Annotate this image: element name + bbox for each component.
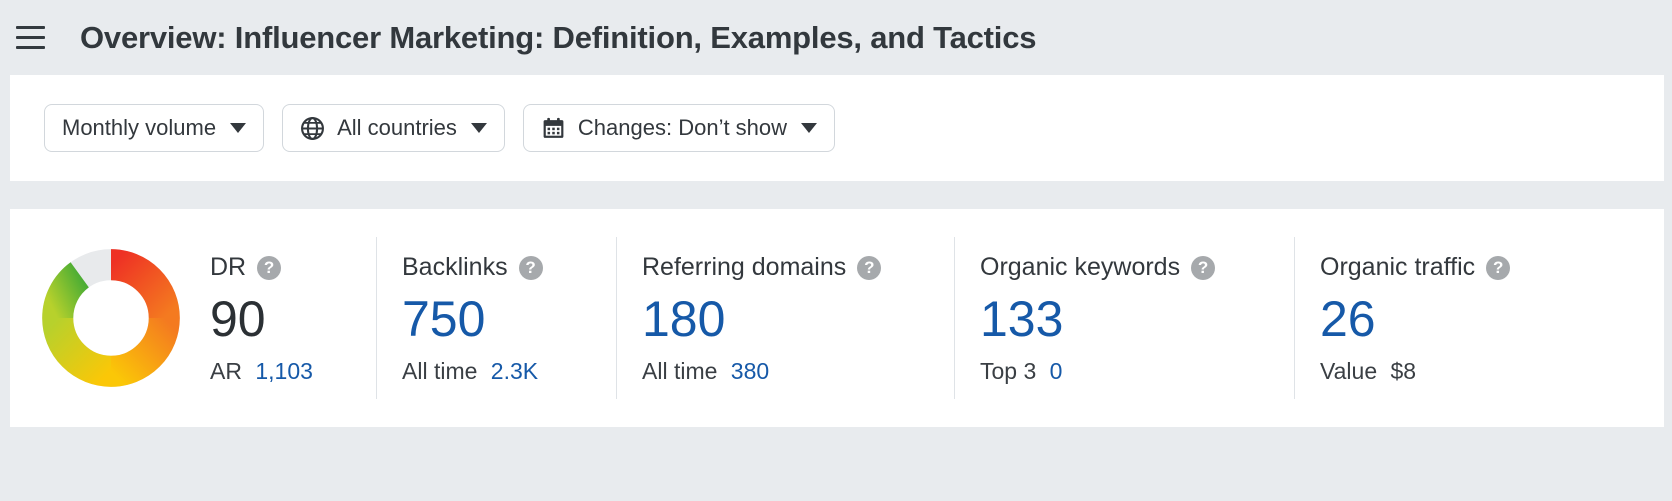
filter-bar: Monthly volume All countries Changes: Do…: [10, 75, 1664, 181]
metric-referring-domains-header: Referring domains ?: [642, 252, 934, 284]
metric-dr-title: DR: [210, 253, 247, 281]
hamburger-bar: [15, 46, 45, 49]
help-icon[interactable]: ?: [518, 255, 543, 280]
metric-referring-domains-sub-label: All time: [642, 357, 718, 384]
metric-referring-domains-title: Referring domains: [642, 253, 847, 281]
metric-dr-sub: AR 1,103: [210, 358, 356, 385]
hamburger-bar: [15, 26, 45, 29]
metrics-list: DR ? 90 AR 1,103 Backlinks ? 750 All tim…: [200, 237, 1664, 399]
metric-organic-keywords-title: Organic keywords: [980, 253, 1181, 281]
help-icon[interactable]: ?: [1486, 255, 1511, 280]
metric-organic-traffic-title: Organic traffic: [1320, 253, 1476, 281]
hamburger-bar: [15, 36, 45, 39]
metric-referring-domains-sub: All time 380: [642, 358, 934, 385]
metric-organic-keywords-sub-label: Top 3: [980, 357, 1037, 384]
metric-backlinks-sub: All time 2.3K: [402, 358, 596, 385]
metric-backlinks: Backlinks ? 750 All time 2.3K: [376, 237, 616, 399]
metric-organic-traffic-header: Organic traffic ?: [1320, 252, 1624, 284]
metric-organic-traffic-sub-label: Value: [1320, 357, 1378, 384]
filter-country[interactable]: All countries: [282, 104, 505, 152]
metric-organic-traffic: Organic traffic ? 26 Value $8: [1294, 237, 1644, 399]
app-header: Overview: Influencer Marketing: Definiti…: [0, 0, 1672, 75]
metric-dr-sub-label: AR: [210, 357, 242, 384]
chevron-down-icon: [230, 123, 247, 133]
filter-country-label: All countries: [337, 115, 457, 140]
metric-organic-traffic-sub: Value $8: [1320, 358, 1624, 385]
section-gap: [0, 181, 1672, 209]
chevron-down-icon: [470, 123, 487, 133]
metric-dr-sub-value[interactable]: 1,103: [255, 358, 313, 384]
metric-backlinks-sub-label: All time: [402, 357, 478, 384]
filter-monthly-volume[interactable]: Monthly volume: [44, 104, 265, 152]
metric-dr: DR ? 90 AR 1,103: [200, 237, 376, 399]
metric-organic-keywords-value[interactable]: 133: [980, 290, 1274, 348]
help-icon[interactable]: ?: [257, 255, 282, 280]
filter-monthly-volume-label: Monthly volume: [62, 115, 217, 140]
metric-organic-traffic-value[interactable]: 26: [1320, 290, 1624, 348]
metric-referring-domains-value[interactable]: 180: [642, 290, 934, 348]
metric-organic-keywords-sub: Top 3 0: [980, 358, 1274, 385]
metric-referring-domains: Referring domains ? 180 All time 380: [616, 237, 954, 399]
metric-backlinks-sub-value[interactable]: 2.3K: [491, 358, 538, 384]
calendar-icon: [541, 116, 566, 141]
metric-organic-traffic-sub-value: $8: [1390, 357, 1417, 384]
filter-changes-label: Changes: Don’t show: [577, 115, 788, 140]
metric-dr-header: DR ?: [210, 252, 356, 284]
metric-backlinks-title: Backlinks: [402, 253, 508, 281]
filter-changes[interactable]: Changes: Don’t show: [522, 104, 836, 152]
hamburger-menu-icon[interactable]: [8, 16, 52, 60]
help-icon[interactable]: ?: [857, 255, 882, 280]
metric-dr-value: 90: [210, 290, 266, 347]
metric-organic-keywords-sub-value[interactable]: 0: [1050, 358, 1063, 384]
metrics-panel: DR ? 90 AR 1,103 Backlinks ? 750 All tim…: [10, 209, 1664, 427]
globe-icon: [300, 116, 325, 141]
metric-referring-domains-sub-value[interactable]: 380: [731, 358, 769, 384]
help-icon[interactable]: ?: [1191, 255, 1216, 280]
page-title: Overview: Influencer Marketing: Definiti…: [80, 19, 1037, 55]
metric-backlinks-value[interactable]: 750: [402, 290, 596, 348]
metric-organic-keywords-header: Organic keywords ?: [980, 252, 1274, 284]
chevron-down-icon: [801, 123, 818, 133]
dr-donut-chart: [10, 244, 200, 392]
metric-organic-keywords: Organic keywords ? 133 Top 3 0: [954, 237, 1294, 399]
metric-backlinks-header: Backlinks ?: [402, 252, 596, 284]
